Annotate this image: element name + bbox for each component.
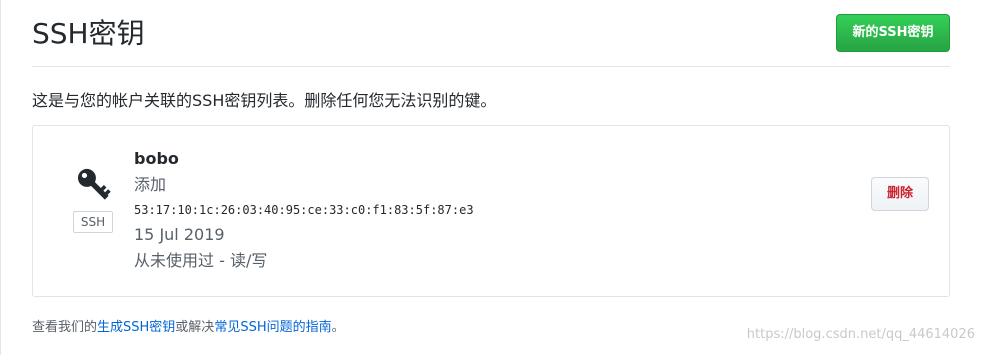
left-divider [0, 0, 1, 355]
generate-ssh-keys-link[interactable]: 生成SSH密钥 [97, 320, 175, 335]
delete-key-button[interactable]: 删除 [871, 177, 929, 211]
footer-help-text: 查看我们的生成SSH密钥或解决常见SSH问题的指南。 [32, 318, 345, 338]
footer-prefix: 查看我们的 [32, 320, 98, 335]
page-header: SSH密钥 新的SSH密钥 [32, 0, 950, 67]
ssh-key-item: SSH bobo 添加 53:17:10:1c:26:03:40:95:ce:3… [32, 125, 950, 297]
key-added-date: 15 Jul 2019 [134, 225, 225, 244]
key-details: bobo 添加 53:17:10:1c:26:03:40:95:ce:33:c0… [134, 148, 474, 272]
key-icon [77, 168, 111, 200]
footer-middle: 或解决 [175, 320, 215, 335]
ssh-type-badge: SSH [73, 211, 113, 233]
ssh-keys-page: SSH密钥 新的SSH密钥 这是与您的帐户关联的SSH密钥列表。删除任何您无法识… [0, 0, 983, 355]
page-title: SSH密钥 [32, 17, 145, 50]
new-ssh-key-button[interactable]: 新的SSH密钥 [836, 14, 950, 52]
key-fingerprint: 53:17:10:1c:26:03:40:95:ce:33:c0:f1:83:5… [134, 203, 474, 217]
key-title: bobo [134, 149, 179, 168]
intro-text: 这是与您的帐户关联的SSH密钥列表。删除任何您无法识别的键。 [32, 91, 497, 110]
watermark: https://blog.csdn.net/qq_44614026 [746, 327, 975, 342]
key-usage-status: 从未使用过 - 读/写 [134, 251, 268, 270]
key-added-label: 添加 [134, 175, 167, 194]
footer-suffix: 。 [331, 320, 345, 335]
ssh-troubleshooting-link[interactable]: 常见SSH问题的指南 [214, 320, 331, 335]
